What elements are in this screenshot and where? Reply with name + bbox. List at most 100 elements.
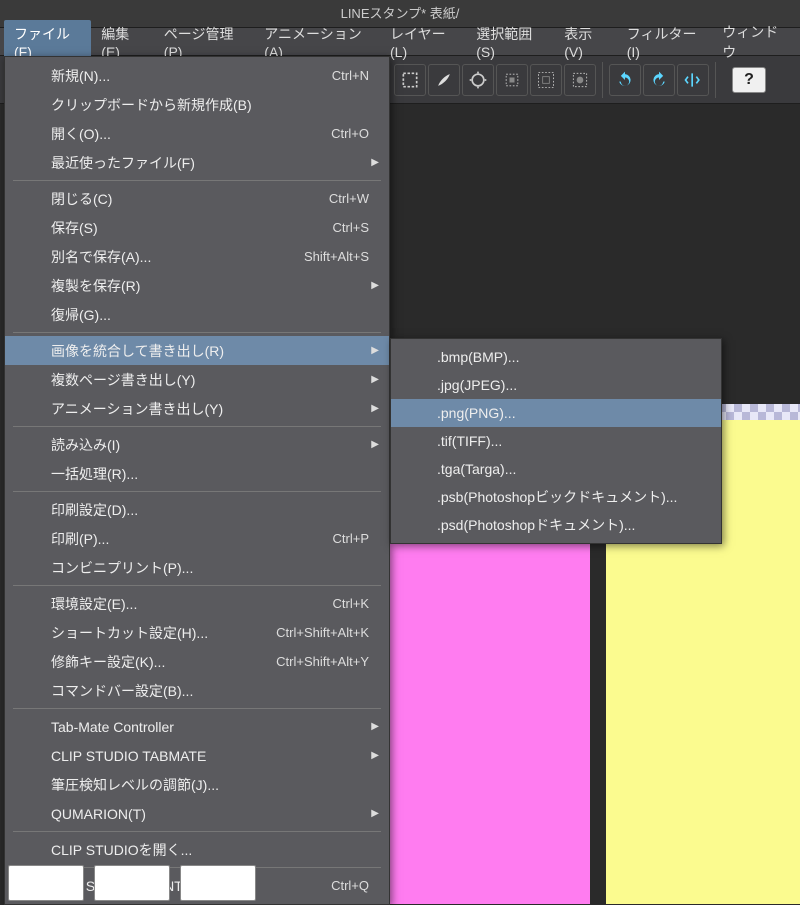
free-transform-icon[interactable] bbox=[462, 64, 494, 96]
page-thumb[interactable] bbox=[8, 865, 84, 901]
rotate-right-icon[interactable] bbox=[643, 64, 675, 96]
menu-item-label: コマンドバー設定(B)... bbox=[51, 681, 377, 701]
menu-item-shortcut: Ctrl+S bbox=[333, 220, 369, 235]
menu-item-shortcut: Ctrl+Shift+Alt+Y bbox=[276, 654, 369, 669]
submenu-arrow-icon: ▶ bbox=[371, 280, 379, 291]
export-format-item[interactable]: .jpg(JPEG)... bbox=[391, 371, 721, 399]
file-menu-item[interactable]: コンビニプリント(P)... bbox=[5, 553, 389, 582]
file-menu-item[interactable]: クリップボードから新規作成(B) bbox=[5, 90, 389, 119]
file-menu-item[interactable]: Tab-Mate Controller▶ bbox=[5, 712, 389, 741]
flip-icon[interactable] bbox=[677, 64, 709, 96]
file-menu-item[interactable]: 画像を統合して書き出し(R)▶ bbox=[5, 336, 389, 365]
shrink-selection-icon[interactable] bbox=[496, 64, 528, 96]
page-thumb[interactable] bbox=[94, 865, 170, 901]
submenu-arrow-icon: ▶ bbox=[371, 157, 379, 168]
menu-item-shortcut: Shift+Alt+S bbox=[304, 249, 369, 264]
file-menu-item[interactable]: 新規(N)...Ctrl+N bbox=[5, 61, 389, 90]
file-menu-item[interactable]: 保存(S)Ctrl+S bbox=[5, 213, 389, 242]
file-menu-item[interactable]: 筆圧検知レベルの調節(J)... bbox=[5, 770, 389, 799]
export-format-item[interactable]: .bmp(BMP)... bbox=[391, 343, 721, 371]
menu-separator bbox=[13, 426, 381, 427]
menu-item-label: 閉じる(C) bbox=[51, 189, 329, 209]
menu-item-label: CLIP STUDIO TABMATE bbox=[51, 748, 377, 764]
file-menu-item[interactable]: 印刷(P)...Ctrl+P bbox=[5, 524, 389, 553]
menu-item-shortcut: Ctrl+W bbox=[329, 191, 369, 206]
file-menu-item[interactable]: 最近使ったファイル(F)▶ bbox=[5, 148, 389, 177]
file-menu-item[interactable]: 一括処理(R)... bbox=[5, 459, 389, 488]
menu-separator bbox=[13, 708, 381, 709]
file-menu-item[interactable]: 印刷設定(D)... bbox=[5, 495, 389, 524]
menu-selection[interactable]: 選択範囲(S) bbox=[466, 20, 554, 64]
submenu-arrow-icon: ▶ bbox=[371, 374, 379, 385]
page-thumb[interactable] bbox=[180, 865, 256, 901]
menu-item-label: 印刷設定(D)... bbox=[51, 500, 377, 520]
menu-item-label: Tab-Mate Controller bbox=[51, 719, 377, 735]
marquee-icon[interactable] bbox=[394, 64, 426, 96]
menu-item-label: 複製を保存(R) bbox=[51, 276, 377, 296]
menu-bar: ファイル(F) 編集(E) ページ管理(P) アニメーション(A) レイヤー(L… bbox=[0, 28, 800, 56]
menu-item-shortcut: Ctrl+O bbox=[331, 126, 369, 141]
export-format-item[interactable]: .tif(TIFF)... bbox=[391, 427, 721, 455]
menu-view[interactable]: 表示(V) bbox=[554, 20, 617, 64]
file-menu-item[interactable]: QUMARION(T)▶ bbox=[5, 799, 389, 828]
file-menu-item[interactable]: 開く(O)...Ctrl+O bbox=[5, 119, 389, 148]
file-menu-item[interactable]: 閉じる(C)Ctrl+W bbox=[5, 184, 389, 213]
menu-item-label: CLIP STUDIOを開く... bbox=[51, 840, 377, 860]
export-format-item[interactable]: .psb(Photoshopビックドキュメント)... bbox=[391, 483, 721, 511]
submenu-arrow-icon: ▶ bbox=[371, 403, 379, 414]
export-format-item[interactable]: .psd(Photoshopドキュメント)... bbox=[391, 511, 721, 539]
menu-item-label: 一括処理(R)... bbox=[51, 464, 377, 484]
export-format-item[interactable]: .tga(Targa)... bbox=[391, 455, 721, 483]
page-thumbnails bbox=[8, 865, 256, 901]
menu-item-label: 別名で保存(A)... bbox=[51, 247, 304, 267]
menu-separator bbox=[13, 332, 381, 333]
file-menu-item[interactable]: 読み込み(I)▶ bbox=[5, 430, 389, 459]
help-button[interactable]: ? bbox=[732, 67, 766, 93]
file-menu-item[interactable]: CLIP STUDIO TABMATE▶ bbox=[5, 741, 389, 770]
menu-separator bbox=[13, 831, 381, 832]
menu-item-shortcut: Ctrl+N bbox=[332, 68, 369, 83]
menu-item-shortcut: Ctrl+Q bbox=[331, 878, 369, 893]
expand-selection-icon[interactable] bbox=[530, 64, 562, 96]
menu-item-shortcut: Ctrl+K bbox=[333, 596, 369, 611]
submenu-arrow-icon: ▶ bbox=[371, 808, 379, 819]
canvas-page-pink[interactable] bbox=[390, 534, 590, 904]
file-menu-item[interactable]: アニメーション書き出し(Y)▶ bbox=[5, 394, 389, 423]
file-menu-item[interactable]: 環境設定(E)...Ctrl+K bbox=[5, 589, 389, 618]
menu-item-shortcut: Ctrl+Shift+Alt+K bbox=[276, 625, 369, 640]
submenu-arrow-icon: ▶ bbox=[371, 721, 379, 732]
menu-item-label: コンビニプリント(P)... bbox=[51, 558, 377, 578]
menu-window[interactable]: ウィンドウ bbox=[712, 18, 796, 66]
brush-icon[interactable] bbox=[428, 64, 460, 96]
menu-item-label: 環境設定(E)... bbox=[51, 594, 333, 614]
export-format-item[interactable]: .png(PNG)... bbox=[391, 399, 721, 427]
file-menu-dropdown: 新規(N)...Ctrl+Nクリップボードから新規作成(B)開く(O)...Ct… bbox=[4, 56, 390, 905]
file-menu-item[interactable]: 修飾キー設定(K)...Ctrl+Shift+Alt+Y bbox=[5, 647, 389, 676]
menu-item-label: 新規(N)... bbox=[51, 66, 332, 86]
file-menu-item[interactable]: 複数ページ書き出し(Y)▶ bbox=[5, 365, 389, 394]
menu-item-label: 復帰(G)... bbox=[51, 305, 377, 325]
menu-separator bbox=[13, 491, 381, 492]
menu-item-label: 画像を統合して書き出し(R) bbox=[51, 341, 377, 361]
submenu-arrow-icon: ▶ bbox=[371, 439, 379, 450]
menu-item-label: 複数ページ書き出し(Y) bbox=[51, 370, 377, 390]
rotate-left-icon[interactable] bbox=[609, 64, 641, 96]
menu-separator bbox=[13, 585, 381, 586]
menu-item-label: 修飾キー設定(K)... bbox=[51, 652, 276, 672]
menu-item-shortcut: Ctrl+P bbox=[333, 531, 369, 546]
file-menu-item[interactable]: 別名で保存(A)...Shift+Alt+S bbox=[5, 242, 389, 271]
menu-item-label: 保存(S) bbox=[51, 218, 333, 238]
menu-item-label: 印刷(P)... bbox=[51, 529, 333, 549]
submenu-arrow-icon: ▶ bbox=[371, 750, 379, 761]
file-menu-item[interactable]: 複製を保存(R)▶ bbox=[5, 271, 389, 300]
menu-layer[interactable]: レイヤー(L) bbox=[380, 20, 466, 64]
file-menu-item[interactable]: 復帰(G)... bbox=[5, 300, 389, 329]
menu-item-label: ショートカット設定(H)... bbox=[51, 623, 276, 643]
file-menu-item[interactable]: コマンドバー設定(B)... bbox=[5, 676, 389, 705]
file-menu-item[interactable]: ショートカット設定(H)...Ctrl+Shift+Alt+K bbox=[5, 618, 389, 647]
menu-item-label: 開く(O)... bbox=[51, 124, 331, 144]
menu-filter[interactable]: フィルター(I) bbox=[617, 20, 713, 64]
quick-mask-icon[interactable] bbox=[564, 64, 596, 96]
menu-item-label: アニメーション書き出し(Y) bbox=[51, 399, 377, 419]
file-menu-item[interactable]: CLIP STUDIOを開く... bbox=[5, 835, 389, 864]
